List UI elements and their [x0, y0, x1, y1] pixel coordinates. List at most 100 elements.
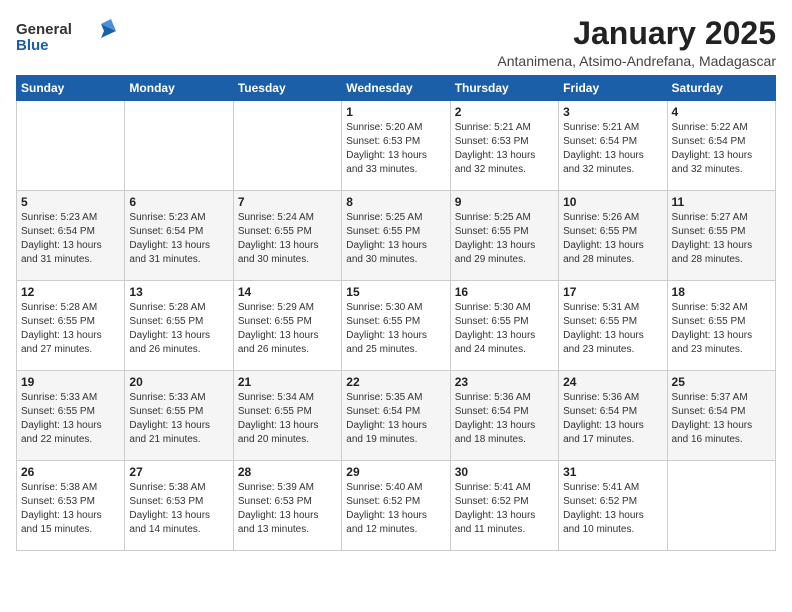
day-header-tuesday: Tuesday [233, 76, 341, 101]
day-info: Sunrise: 5:25 AMSunset: 6:55 PMDaylight:… [455, 211, 554, 267]
svg-text:General: General [16, 21, 72, 38]
day-info: Sunrise: 5:33 AMSunset: 6:55 PMDaylight:… [129, 391, 228, 447]
calendar-cell: 16 Sunrise: 5:30 AMSunset: 6:55 PMDayligh… [450, 281, 558, 371]
calendar-cell: 5 Sunrise: 5:23 AMSunset: 6:54 PMDaylight… [17, 191, 125, 281]
calendar-cell: 1 Sunrise: 5:20 AMSunset: 6:53 PMDaylight… [342, 101, 450, 191]
day-info: Sunrise: 5:21 AMSunset: 6:54 PMDaylight:… [563, 121, 662, 177]
day-info: Sunrise: 5:25 AMSunset: 6:55 PMDaylight:… [346, 211, 445, 267]
header-row: SundayMondayTuesdayWednesdayThursdayFrid… [17, 76, 776, 101]
day-number: 24 [563, 375, 662, 389]
calendar-week-5: 26 Sunrise: 5:38 AMSunset: 6:53 PMDayligh… [17, 461, 776, 551]
day-number: 7 [238, 195, 337, 209]
day-number: 4 [672, 105, 771, 119]
day-info: Sunrise: 5:31 AMSunset: 6:55 PMDaylight:… [563, 301, 662, 357]
calendar-cell: 21 Sunrise: 5:34 AMSunset: 6:55 PMDayligh… [233, 371, 341, 461]
svg-text:Blue: Blue [16, 37, 49, 54]
calendar-cell: 26 Sunrise: 5:38 AMSunset: 6:53 PMDayligh… [17, 461, 125, 551]
calendar-cell [125, 101, 233, 191]
day-header-saturday: Saturday [667, 76, 775, 101]
day-number: 27 [129, 465, 228, 479]
day-info: Sunrise: 5:28 AMSunset: 6:55 PMDaylight:… [21, 301, 120, 357]
calendar-cell: 12 Sunrise: 5:28 AMSunset: 6:55 PMDayligh… [17, 281, 125, 371]
calendar-cell [667, 461, 775, 551]
day-info: Sunrise: 5:40 AMSunset: 6:52 PMDaylight:… [346, 481, 445, 537]
day-number: 10 [563, 195, 662, 209]
calendar-cell: 19 Sunrise: 5:33 AMSunset: 6:55 PMDayligh… [17, 371, 125, 461]
day-number: 13 [129, 285, 228, 299]
calendar-week-3: 12 Sunrise: 5:28 AMSunset: 6:55 PMDayligh… [17, 281, 776, 371]
day-number: 12 [21, 285, 120, 299]
day-info: Sunrise: 5:39 AMSunset: 6:53 PMDaylight:… [238, 481, 337, 537]
day-number: 29 [346, 465, 445, 479]
day-number: 9 [455, 195, 554, 209]
calendar-cell: 3 Sunrise: 5:21 AMSunset: 6:54 PMDaylight… [559, 101, 667, 191]
page-container: General Blue January 2025 Antanimena, At… [0, 0, 792, 561]
day-info: Sunrise: 5:36 AMSunset: 6:54 PMDaylight:… [455, 391, 554, 447]
day-number: 17 [563, 285, 662, 299]
day-number: 23 [455, 375, 554, 389]
month-title: January 2025 [497, 16, 776, 51]
calendar-cell: 22Sunrise: 5:35 AMSunset: 6:54 PMDayligh… [342, 371, 450, 461]
day-number: 19 [21, 375, 120, 389]
calendar-cell: 30 Sunrise: 5:41 AMSunset: 6:52 PMDayligh… [450, 461, 558, 551]
day-number: 20 [129, 375, 228, 389]
calendar-cell: 27 Sunrise: 5:38 AMSunset: 6:53 PMDayligh… [125, 461, 233, 551]
calendar-cell: 6Sunrise: 5:23 AMSunset: 6:54 PMDaylight… [125, 191, 233, 281]
day-info: Sunrise: 5:24 AMSunset: 6:55 PMDaylight:… [238, 211, 337, 267]
calendar-cell: 7 Sunrise: 5:24 AMSunset: 6:55 PMDaylight… [233, 191, 341, 281]
day-info: Sunrise: 5:38 AMSunset: 6:53 PMDaylight:… [21, 481, 120, 537]
day-info: Sunrise: 5:28 AMSunset: 6:55 PMDaylight:… [129, 301, 228, 357]
calendar-cell: 17 Sunrise: 5:31 AMSunset: 6:55 PMDayligh… [559, 281, 667, 371]
calendar-cell: 20 Sunrise: 5:33 AMSunset: 6:55 PMDayligh… [125, 371, 233, 461]
day-header-friday: Friday [559, 76, 667, 101]
subtitle: Antanimena, Atsimo-Andrefana, Madagascar [497, 53, 776, 69]
day-header-monday: Monday [125, 76, 233, 101]
day-number: 21 [238, 375, 337, 389]
day-info: Sunrise: 5:35 AMSunset: 6:54 PMDaylight:… [346, 391, 445, 447]
day-number: 1 [346, 105, 445, 119]
day-number: 30 [455, 465, 554, 479]
logo: General Blue [16, 16, 116, 61]
day-info: Sunrise: 5:27 AMSunset: 6:55 PMDaylight:… [672, 211, 771, 267]
day-number: 16 [455, 285, 554, 299]
calendar-week-4: 19 Sunrise: 5:33 AMSunset: 6:55 PMDayligh… [17, 371, 776, 461]
calendar-cell: 23 Sunrise: 5:36 AMSunset: 6:54 PMDayligh… [450, 371, 558, 461]
calendar-cell [233, 101, 341, 191]
day-number: 28 [238, 465, 337, 479]
calendar-cell: 14Sunrise: 5:29 AMSunset: 6:55 PMDayligh… [233, 281, 341, 371]
day-info: Sunrise: 5:41 AMSunset: 6:52 PMDaylight:… [455, 481, 554, 537]
day-info: Sunrise: 5:26 AMSunset: 6:55 PMDaylight:… [563, 211, 662, 267]
calendar-cell: 31Sunrise: 5:41 AMSunset: 6:52 PMDayligh… [559, 461, 667, 551]
day-info: Sunrise: 5:23 AMSunset: 6:54 PMDaylight:… [129, 211, 228, 267]
day-info: Sunrise: 5:20 AMSunset: 6:53 PMDaylight:… [346, 121, 445, 177]
day-info: Sunrise: 5:29 AMSunset: 6:55 PMDaylight:… [238, 301, 337, 357]
day-info: Sunrise: 5:33 AMSunset: 6:55 PMDaylight:… [21, 391, 120, 447]
day-header-wednesday: Wednesday [342, 76, 450, 101]
day-number: 26 [21, 465, 120, 479]
calendar-cell [17, 101, 125, 191]
day-info: Sunrise: 5:30 AMSunset: 6:55 PMDaylight:… [346, 301, 445, 357]
day-info: Sunrise: 5:30 AMSunset: 6:55 PMDaylight:… [455, 301, 554, 357]
calendar-table: SundayMondayTuesdayWednesdayThursdayFrid… [16, 75, 776, 551]
day-header-thursday: Thursday [450, 76, 558, 101]
calendar-cell: 8Sunrise: 5:25 AMSunset: 6:55 PMDaylight… [342, 191, 450, 281]
day-info: Sunrise: 5:32 AMSunset: 6:55 PMDaylight:… [672, 301, 771, 357]
calendar-cell: 25Sunrise: 5:37 AMSunset: 6:54 PMDayligh… [667, 371, 775, 461]
day-info: Sunrise: 5:38 AMSunset: 6:53 PMDaylight:… [129, 481, 228, 537]
header: General Blue January 2025 Antanimena, At… [16, 16, 776, 69]
day-info: Sunrise: 5:34 AMSunset: 6:55 PMDaylight:… [238, 391, 337, 447]
calendar-cell: 2 Sunrise: 5:21 AMSunset: 6:53 PMDaylight… [450, 101, 558, 191]
calendar-cell: 9 Sunrise: 5:25 AMSunset: 6:55 PMDaylight… [450, 191, 558, 281]
day-info: Sunrise: 5:23 AMSunset: 6:54 PMDaylight:… [21, 211, 120, 267]
day-number: 18 [672, 285, 771, 299]
calendar-cell: 13 Sunrise: 5:28 AMSunset: 6:55 PMDayligh… [125, 281, 233, 371]
calendar-cell: 28 Sunrise: 5:39 AMSunset: 6:53 PMDayligh… [233, 461, 341, 551]
day-number: 5 [21, 195, 120, 209]
calendar-cell: 11 Sunrise: 5:27 AMSunset: 6:55 PMDayligh… [667, 191, 775, 281]
day-number: 3 [563, 105, 662, 119]
day-number: 2 [455, 105, 554, 119]
day-info: Sunrise: 5:21 AMSunset: 6:53 PMDaylight:… [455, 121, 554, 177]
calendar-week-2: 5 Sunrise: 5:23 AMSunset: 6:54 PMDaylight… [17, 191, 776, 281]
calendar-cell: 24Sunrise: 5:36 AMSunset: 6:54 PMDayligh… [559, 371, 667, 461]
day-number: 11 [672, 195, 771, 209]
